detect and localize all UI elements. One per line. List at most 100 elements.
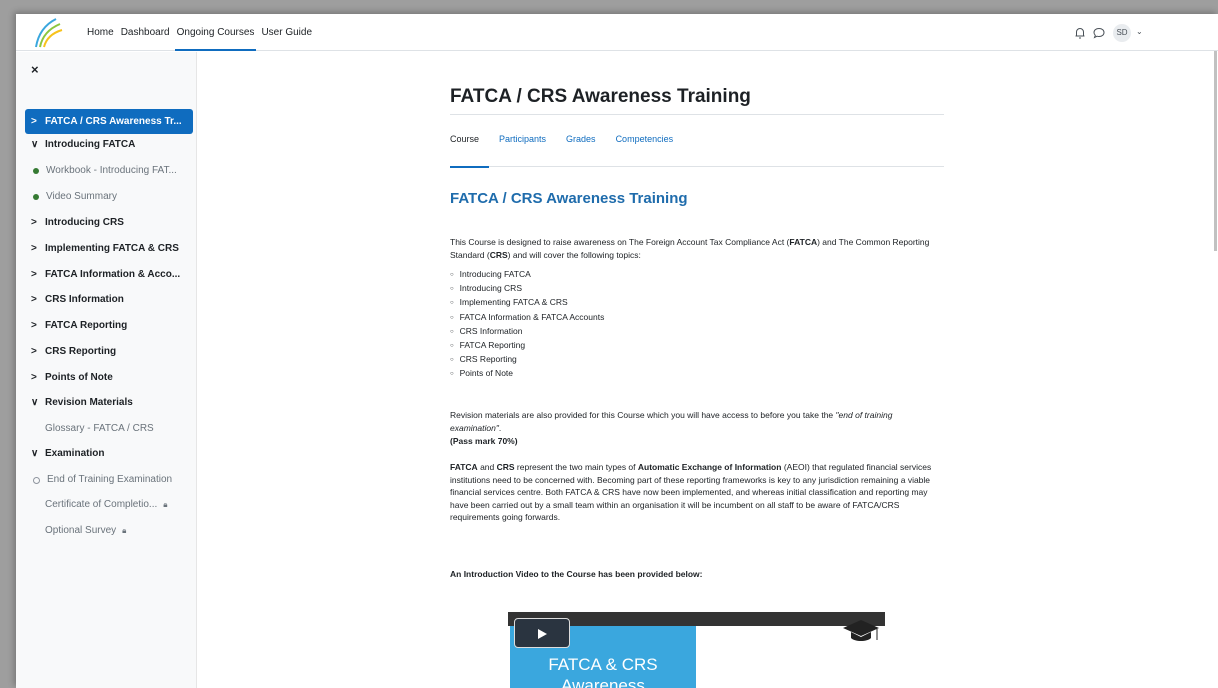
list-item: Implementing FATCA & CRS: [450, 296, 604, 310]
video-title: FATCA & CRS Awareness: [548, 655, 658, 688]
completion-complete-icon: [33, 168, 39, 174]
course-index-drawer: × > FATCA / CRS Awareness Tr... ∨ Introd…: [16, 52, 197, 688]
drawer-item-label: Implementing FATCA & CRS: [45, 243, 179, 254]
drawer-item-label: Introducing FATCA: [45, 139, 136, 150]
chevron-right-icon: >: [31, 320, 37, 331]
revision-paragraph: Revision materials are also provided for…: [450, 409, 944, 434]
aeoi-text: represent the two main types of: [514, 462, 638, 472]
list-item: Introducing CRS: [450, 282, 604, 296]
tab-grades[interactable]: Grades: [556, 130, 606, 167]
drawer-item-label: FATCA Information & Acco...: [45, 269, 181, 280]
nav-ongoing-courses[interactable]: Ongoing Courses: [174, 14, 257, 51]
aeoi-bold-term: Automatic Exchange of Information: [637, 462, 782, 472]
list-item: CRS Information: [450, 325, 604, 339]
drawer-item-label: Points of Note: [45, 372, 113, 383]
primary-navigation: Home Dashboard Ongoing Courses User Guid…: [85, 14, 317, 51]
drawer-activity-glossary[interactable]: Glossary - FATCA / CRS: [25, 417, 193, 441]
intro-text: This Course is designed to raise awarene…: [450, 237, 790, 247]
app-window: Home Dashboard Ongoing Courses User Guid…: [16, 14, 1218, 688]
revision-text: .: [498, 422, 502, 433]
drawer-item-label: FATCA / CRS Awareness Tr...: [45, 115, 182, 127]
top-navbar: Home Dashboard Ongoing Courses User Guid…: [16, 14, 1218, 51]
drawer-item-label: Examination: [45, 448, 105, 459]
nav-user-guide[interactable]: User Guide: [259, 14, 314, 51]
page-title: FATCA / CRS Awareness Training: [450, 86, 751, 107]
drawer-section-crs-reporting[interactable]: > CRS Reporting: [25, 340, 193, 364]
drawer-section-fatca-crs-awareness[interactable]: > FATCA / CRS Awareness Tr...: [25, 109, 193, 134]
nav-dashboard[interactable]: Dashboard: [119, 14, 172, 51]
drawer-item-label: Revision Materials: [45, 397, 133, 408]
tab-course[interactable]: Course: [450, 130, 490, 168]
drawer-section-fatca-information[interactable]: > FATCA Information & Acco...: [25, 263, 193, 287]
chevron-right-icon: >: [31, 115, 37, 127]
intro-bold-crs: CRS: [489, 249, 508, 260]
drawer-section-crs-information[interactable]: > CRS Information: [25, 288, 193, 312]
list-item: FATCA Reporting: [450, 339, 604, 353]
content-title: FATCA / CRS Awareness Training: [450, 190, 688, 207]
drawer-activity-end-of-training-exam[interactable]: End of Training Examination: [25, 468, 193, 492]
chevron-right-icon: >: [31, 243, 37, 254]
drawer-section-revision-materials[interactable]: ∨ Revision Materials: [25, 391, 193, 415]
chevron-right-icon: >: [31, 217, 37, 228]
drawer-section-examination[interactable]: ∨ Examination: [25, 442, 193, 466]
drawer-section-implementing[interactable]: > Implementing FATCA & CRS: [25, 237, 193, 261]
lock-icon: 🔒︎: [122, 526, 127, 535]
secondary-navigation-tabs: Course Participants Grades Competencies: [450, 130, 944, 168]
chevron-down-icon: ∨: [31, 397, 39, 408]
drawer-item-label: End of Training Examination: [47, 474, 173, 485]
drawer-section-points-of-note[interactable]: > Points of Note: [25, 366, 193, 390]
drawer-item-label: Certificate of Completio...: [45, 499, 158, 510]
intro-text: ) and will cover the following topics:: [507, 249, 641, 260]
drawer-item-label: FATCA Reporting: [45, 320, 128, 331]
drawer-section-introducing-fatca[interactable]: ∨ Introducing FATCA: [25, 133, 193, 157]
tab-participants[interactable]: Participants: [489, 130, 556, 167]
chat-icon[interactable]: [1092, 26, 1106, 40]
aeoi-bold-fatca: FATCA: [450, 462, 478, 472]
video-heading: An Introduction Video to the Course has …: [450, 569, 703, 579]
completion-complete-icon: [33, 194, 39, 200]
intro-bold-fatca: FATCA: [789, 237, 818, 247]
chevron-right-icon: >: [31, 269, 37, 280]
chevron-right-icon: >: [31, 372, 37, 383]
drawer-item-label: Workbook - Introducing FAT...: [46, 165, 177, 176]
drawer-activity-workbook[interactable]: Workbook - Introducing FAT...: [25, 159, 193, 183]
completion-incomplete-icon: [33, 476, 40, 484]
drawer-section-fatca-reporting[interactable]: > FATCA Reporting: [25, 314, 193, 338]
chevron-down-icon: ∨: [31, 139, 39, 150]
drawer-section-introducing-crs[interactable]: > Introducing CRS: [25, 211, 193, 235]
tab-competencies[interactable]: Competencies: [606, 130, 684, 167]
bell-icon[interactable]: [1073, 26, 1087, 40]
drawer-item-label: CRS Reporting: [45, 346, 117, 357]
list-item: FATCA Information & FATCA Accounts: [450, 311, 605, 325]
page-scrollbar[interactable]: [1213, 51, 1218, 251]
chevron-down-icon: ∨: [31, 448, 39, 459]
play-button[interactable]: [514, 618, 570, 648]
intro-video-player[interactable]: FATCA & CRS Awareness: [508, 612, 885, 688]
drawer-item-label: Glossary - FATCA / CRS: [45, 423, 154, 434]
nav-home[interactable]: Home: [85, 14, 116, 51]
pass-mark: (Pass mark 70%): [450, 436, 518, 446]
course-intro-paragraph: This Course is designed to raise awarene…: [450, 236, 944, 261]
chevron-right-icon: >: [31, 346, 37, 357]
drawer-activity-video-summary[interactable]: Video Summary: [25, 185, 193, 209]
drawer-activity-optional-survey[interactable]: Optional Survey 🔒︎: [25, 519, 193, 543]
list-item: Points of Note: [450, 367, 604, 381]
chevron-right-icon: >: [31, 294, 37, 305]
graduation-cap-icon: [843, 620, 879, 641]
drawer-item-label: Video Summary: [46, 191, 117, 202]
aeoi-paragraph: FATCA and CRS represent the two main typ…: [450, 461, 944, 524]
user-avatar[interactable]: SD: [1113, 24, 1131, 42]
site-logo[interactable]: [28, 17, 64, 49]
drawer-item-label: Introducing CRS: [45, 217, 124, 228]
close-icon[interactable]: ×: [31, 62, 39, 77]
revision-text: Revision materials are also provided for…: [450, 410, 836, 420]
chevron-down-icon[interactable]: ⌄: [1136, 27, 1143, 36]
aeoi-text: and: [477, 462, 497, 472]
drawer-activity-certificate[interactable]: Certificate of Completio... 🔒︎: [25, 493, 193, 517]
lock-icon: 🔒︎: [163, 500, 168, 509]
divider: [450, 114, 944, 115]
topic-list: Introducing FATCA Introducing CRS Implem…: [450, 268, 605, 382]
aeoi-bold-crs: CRS: [496, 462, 515, 472]
list-item: CRS Reporting: [450, 353, 604, 367]
drawer-item-label: Optional Survey: [45, 525, 117, 536]
